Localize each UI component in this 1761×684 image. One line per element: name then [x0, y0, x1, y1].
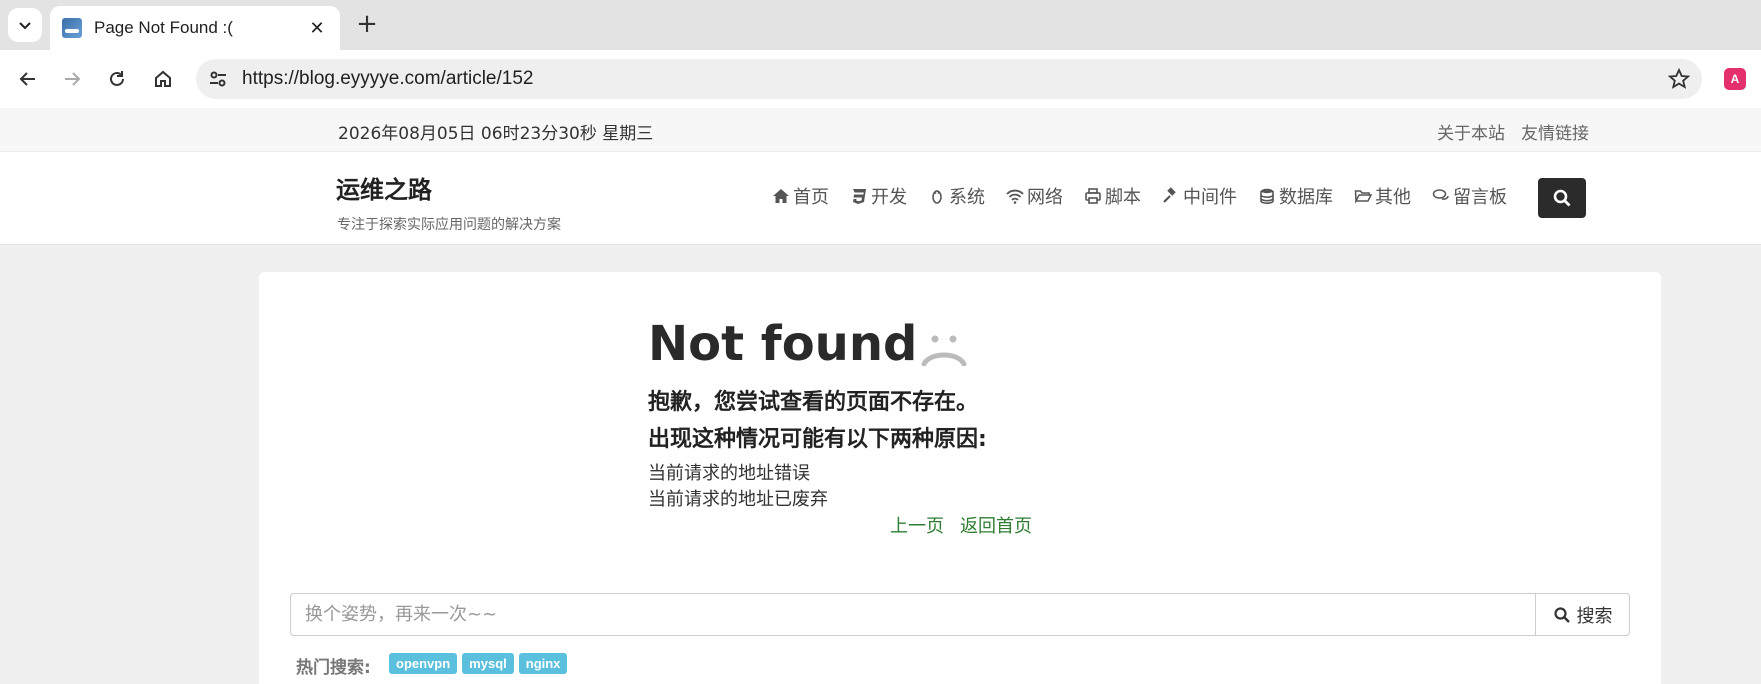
tab-close-icon[interactable]: ✕	[306, 18, 328, 39]
site-title[interactable]: 运维之路	[336, 170, 432, 205]
translate-extension-icon[interactable]: A	[1724, 68, 1746, 90]
header-search-button[interactable]	[1538, 178, 1586, 218]
comments-icon	[1432, 189, 1449, 200]
nav-item-system[interactable]: 系统	[928, 183, 985, 209]
search-icon	[1553, 189, 1571, 207]
current-datetime: 2026年08月05日 06时23分30秒 星期三	[338, 124, 654, 144]
hot-tag-mysql[interactable]: mysql	[462, 653, 514, 674]
home-button[interactable]	[148, 64, 178, 94]
new-tab-button[interactable]: +	[352, 10, 382, 40]
not-found-message: 抱歉，您尝试查看的页面不存在。	[648, 390, 979, 415]
search-field	[290, 593, 1536, 636]
search-icon	[1553, 606, 1570, 623]
address-bar[interactable]: https://blog.eyyyye.com/article/152	[196, 59, 1702, 99]
site-settings-icon[interactable]	[208, 69, 228, 89]
tab-search-button[interactable]	[8, 8, 42, 42]
site-favicon-icon	[62, 18, 82, 38]
hot-search-tags: openvpn mysql nginx	[389, 653, 568, 674]
wifi-icon	[1006, 189, 1024, 204]
reason-item: 当前请求的地址错误	[648, 463, 810, 484]
nav-item-other[interactable]: 其他	[1354, 183, 1411, 209]
not-found-heading: Not found	[648, 316, 967, 372]
hot-tag-openvpn[interactable]: openvpn	[389, 653, 458, 674]
about-link[interactable]: 关于本站	[1437, 119, 1505, 144]
browser-toolbar: https://blog.eyyyye.com/article/152 A	[0, 50, 1761, 108]
nav-item-database[interactable]: 数据库	[1258, 183, 1333, 209]
not-found-links: 上一页 返回首页	[890, 512, 1032, 538]
previous-page-link[interactable]: 上一页	[890, 512, 944, 538]
nav-item-script[interactable]: 脚本	[1084, 183, 1141, 209]
back-button[interactable]	[13, 64, 43, 94]
arrow-right-icon	[65, 72, 81, 86]
nav-item-network[interactable]: 网络	[1006, 183, 1063, 209]
css3-icon	[853, 189, 866, 204]
browser-tab-strip: Page Not Found :( ✕ +	[0, 0, 1761, 50]
reload-icon	[110, 71, 124, 86]
url-text[interactable]: https://blog.eyyyye.com/article/152	[242, 68, 533, 90]
printer-icon	[1085, 188, 1101, 204]
nav-item-middleware[interactable]: 中间件	[1162, 183, 1237, 209]
main-nav: 首页 开发 系统 网络 脚本 中间件 数据库 其他 留言板	[772, 183, 1507, 209]
search-input[interactable]	[291, 594, 1535, 635]
friend-links-link[interactable]: 友情链接	[1521, 119, 1589, 144]
folder-open-icon	[1354, 190, 1372, 204]
browser-tab[interactable]: Page Not Found :( ✕	[50, 6, 340, 50]
database-icon	[1260, 188, 1274, 205]
forward-button[interactable]	[57, 64, 87, 94]
topbar-links: 关于本站 友情链接	[1437, 119, 1589, 144]
tab-title: Page Not Found :(	[94, 18, 233, 37]
bookmark-star-icon[interactable]	[1668, 68, 1690, 90]
site-header: 运维之路 专注于探索实际应用问题的解决方案 首页 开发 系统 网络 脚本 中间件	[0, 152, 1761, 245]
linux-icon	[932, 190, 942, 204]
reload-button[interactable]	[102, 64, 132, 94]
arrow-left-icon	[19, 72, 35, 86]
gavel-icon	[1163, 187, 1176, 203]
nav-item-dev[interactable]: 开发	[850, 183, 907, 209]
search-submit-button[interactable]: 搜索	[1535, 593, 1630, 636]
home-outline-icon	[155, 70, 171, 87]
not-found-reasons-heading: 出现这种情况可能有以下两种原因:	[648, 427, 987, 452]
reason-item: 当前请求的地址已废弃	[648, 489, 828, 510]
site-topbar: 2026年08月05日 06时23分30秒 星期三 关于本站 友情链接	[0, 108, 1761, 152]
home-icon	[773, 189, 789, 203]
chevron-down-icon	[19, 22, 31, 30]
nav-item-home[interactable]: 首页	[772, 183, 829, 209]
site-subtitle: 专注于探索实际应用问题的解决方案	[337, 217, 561, 233]
sad-face-icon	[921, 335, 967, 366]
hot-search-label: 热门搜索:	[296, 658, 371, 678]
hot-tag-nginx[interactable]: nginx	[518, 653, 568, 674]
back-home-link[interactable]: 返回首页	[960, 512, 1032, 538]
nav-item-guestbook[interactable]: 留言板	[1432, 183, 1507, 209]
